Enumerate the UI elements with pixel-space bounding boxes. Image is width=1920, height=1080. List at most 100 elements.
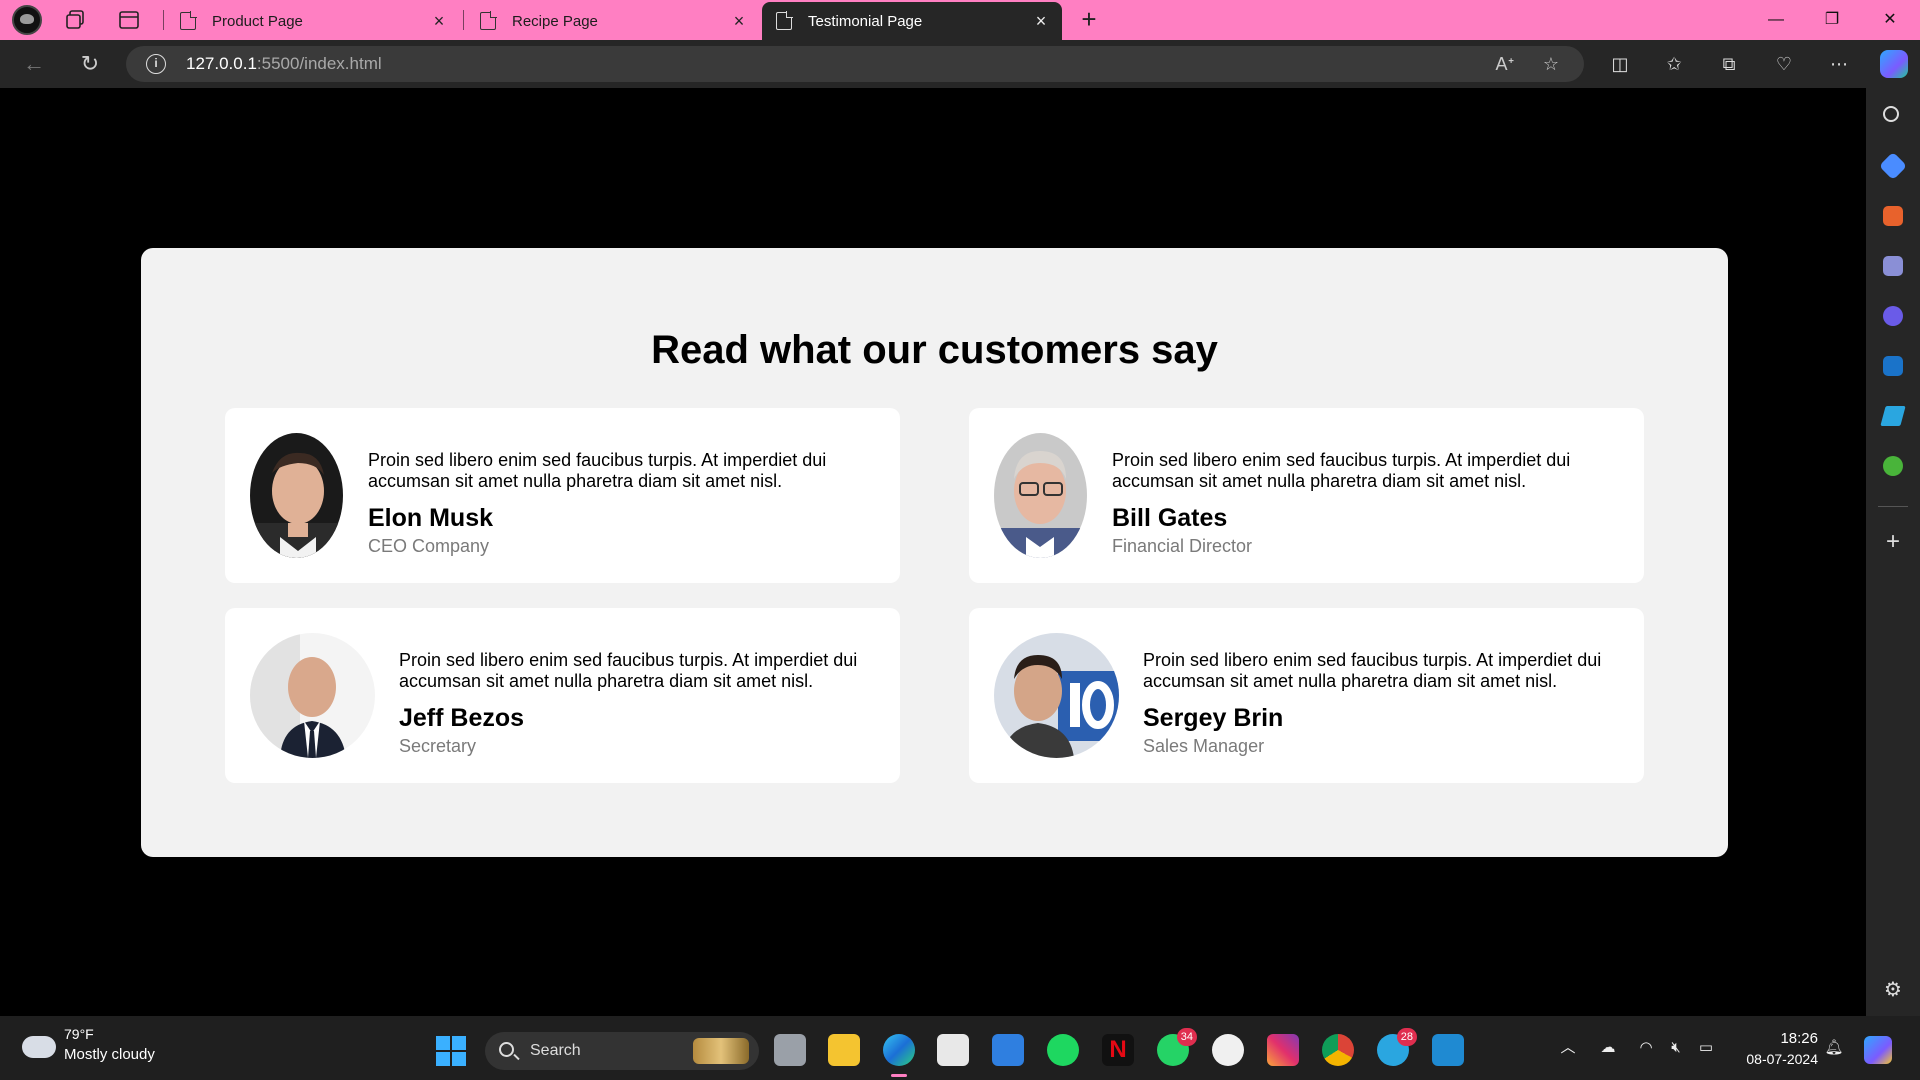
whatsapp-icon[interactable]: 34 (1157, 1028, 1197, 1066)
sidebar-divider (1878, 506, 1908, 507)
copilot-taskbar-icon[interactable] (1864, 1036, 1892, 1064)
tab-recipe-page[interactable]: Recipe Page × (466, 2, 760, 40)
testimonial-content: Proin sed libero enim sed faucibus turpi… (1112, 450, 1624, 557)
microsoft-store-icon[interactable] (937, 1034, 969, 1066)
testimonial-content: Proin sed libero enim sed faucibus turpi… (368, 450, 880, 557)
start-button[interactable] (436, 1036, 466, 1066)
copilot-sidebar-icon[interactable] (1883, 306, 1903, 326)
task-view-icon[interactable] (774, 1034, 806, 1066)
new-tab-button[interactable]: + (1076, 6, 1102, 33)
browser-toolbar: ← ↻ i 127.0.0.1:5500/index.html Aᐩ ☆ ◫ ✩… (0, 40, 1920, 88)
customer-role: CEO Company (368, 536, 490, 556)
whatsapp-notification-badge: 34 (1176, 1028, 1197, 1046)
workspaces-icon[interactable] (64, 9, 86, 31)
profile-avatar[interactable] (12, 5, 42, 35)
search-highlight-image (693, 1038, 749, 1064)
mail-icon[interactable] (992, 1034, 1024, 1066)
taskbar-search[interactable]: Search (485, 1032, 759, 1070)
weather-condition: Mostly cloudy (64, 1046, 155, 1063)
chrome-icon[interactable] (1322, 1034, 1354, 1066)
tab-actions-icon[interactable] (118, 9, 140, 31)
page-icon (480, 11, 497, 30)
instagram-icon[interactable] (1267, 1034, 1299, 1066)
battery-icon[interactable]: ▭ (1696, 1038, 1716, 1058)
more-options-icon[interactable]: ⋯ (1827, 52, 1851, 76)
search-icon[interactable] (1883, 106, 1899, 122)
show-hidden-icons-chevron-icon[interactable]: ︿ (1558, 1038, 1578, 1058)
games-icon[interactable] (1883, 256, 1903, 276)
tab-separator (463, 10, 464, 30)
tab-separator (163, 10, 164, 30)
testimonial-card: Proin sed libero enim sed faucibus turpi… (969, 408, 1644, 583)
spotify-icon[interactable] (1047, 1034, 1079, 1066)
telegram-sidebar-icon[interactable] (1880, 406, 1906, 426)
close-window-button[interactable]: ✕ (1878, 8, 1902, 32)
customer-role: Financial Director (1112, 536, 1253, 556)
tab-label: Testimonial Page (808, 12, 923, 30)
file-explorer-icon[interactable] (828, 1034, 860, 1066)
telegram-icon[interactable]: 28 (1377, 1028, 1417, 1066)
close-tab-icon[interactable]: × (730, 12, 748, 30)
search-icon (499, 1042, 514, 1057)
testimonial-quote: Proin sed libero enim sed faucibus turpi… (368, 450, 827, 491)
page-viewport: Read what our customers say Proin sed li… (6, 88, 1866, 1016)
refresh-button[interactable]: ↻ (76, 50, 104, 78)
testimonial-quote: Proin sed libero enim sed faucibus turpi… (1112, 450, 1571, 491)
search-label: Search (530, 1042, 581, 1059)
wifi-icon[interactable]: ◠ (1636, 1038, 1656, 1058)
close-tab-icon[interactable]: × (430, 12, 448, 30)
add-sidebar-app-icon[interactable]: + (1883, 530, 1903, 554)
tab-product-page[interactable]: Product Page × (166, 2, 460, 40)
tree-icon[interactable] (1883, 456, 1903, 476)
windows-taskbar: 79°F Mostly cloudy Search N 34 28 ︿ ☁ ◠ … (0, 1016, 1920, 1080)
customer-name: Bill Gates (1112, 504, 1228, 532)
avatar-bill-gates (994, 433, 1087, 558)
clock-app-icon[interactable] (1212, 1034, 1244, 1066)
outlook-icon[interactable] (1883, 356, 1903, 376)
netflix-icon[interactable]: N (1102, 1034, 1134, 1066)
url-text[interactable]: 127.0.0.1:5500/index.html (186, 54, 382, 74)
customer-role: Secretary (399, 736, 477, 756)
page-icon (776, 11, 793, 30)
testimonial-quote: Proin sed libero enim sed faucibus turpi… (399, 650, 858, 691)
onedrive-cloud-icon[interactable]: ☁ (1598, 1038, 1618, 1058)
volume-muted-icon[interactable]: 🔇︎ (1666, 1038, 1686, 1058)
vscode-icon[interactable] (1432, 1034, 1464, 1066)
customer-name: Elon Musk (368, 504, 494, 532)
read-aloud-icon[interactable]: Aᐩ (1494, 53, 1516, 75)
tab-label: Recipe Page (512, 12, 598, 30)
sidebar-settings-icon[interactable]: ⚙ (1883, 980, 1903, 1000)
telegram-notification-badge: 28 (1396, 1028, 1417, 1046)
restore-button[interactable]: ❐ (1820, 8, 1844, 32)
weather-temperature: 79°F (64, 1026, 94, 1042)
address-bar[interactable]: i 127.0.0.1:5500/index.html Aᐩ ☆ (126, 46, 1584, 82)
testimonial-content: Proin sed libero enim sed faucibus turpi… (399, 650, 880, 757)
favorite-star-icon[interactable]: ☆ (1540, 53, 1562, 75)
avatar-sergey-brin (994, 633, 1119, 758)
split-screen-icon[interactable]: ◫ (1608, 52, 1632, 76)
edge-browser-icon[interactable] (883, 1034, 915, 1077)
notification-bell-icon[interactable]: 🔔︎ (1824, 1038, 1844, 1058)
tab-testimonial-page[interactable]: Testimonial Page × (762, 2, 1062, 40)
close-tab-icon[interactable]: × (1032, 12, 1050, 30)
testimonial-content: Proin sed libero enim sed faucibus turpi… (1143, 650, 1624, 757)
clock-time: 18:26 (1780, 1030, 1818, 1047)
edge-sidebar: + ⚙ (1866, 88, 1920, 1016)
tools-briefcase-icon[interactable] (1883, 206, 1903, 226)
back-button[interactable]: ← (20, 50, 48, 78)
favorites-icon[interactable]: ✩ (1662, 52, 1686, 76)
testimonial-card: Proin sed libero enim sed faucibus turpi… (969, 608, 1644, 783)
taskbar-clock[interactable]: 18:26 08-07-2024 (1730, 1030, 1818, 1067)
avatar-elon-musk (250, 433, 343, 558)
clock-date: 08-07-2024 (1746, 1051, 1818, 1067)
customer-name: Jeff Bezos (399, 704, 525, 732)
shopping-tag-icon[interactable] (1878, 151, 1908, 181)
collections-icon[interactable]: ⧉ (1717, 52, 1741, 76)
site-info-icon[interactable]: i (146, 54, 166, 74)
page-heading: Read what our customers say (651, 328, 1218, 372)
testimonial-quote: Proin sed libero enim sed faucibus turpi… (1143, 650, 1602, 691)
browser-essentials-icon[interactable]: ♡ (1772, 52, 1796, 76)
minimize-button[interactable]: — (1764, 8, 1788, 32)
testimonial-card: Proin sed libero enim sed faucibus turpi… (225, 408, 900, 583)
copilot-icon[interactable] (1880, 50, 1908, 78)
